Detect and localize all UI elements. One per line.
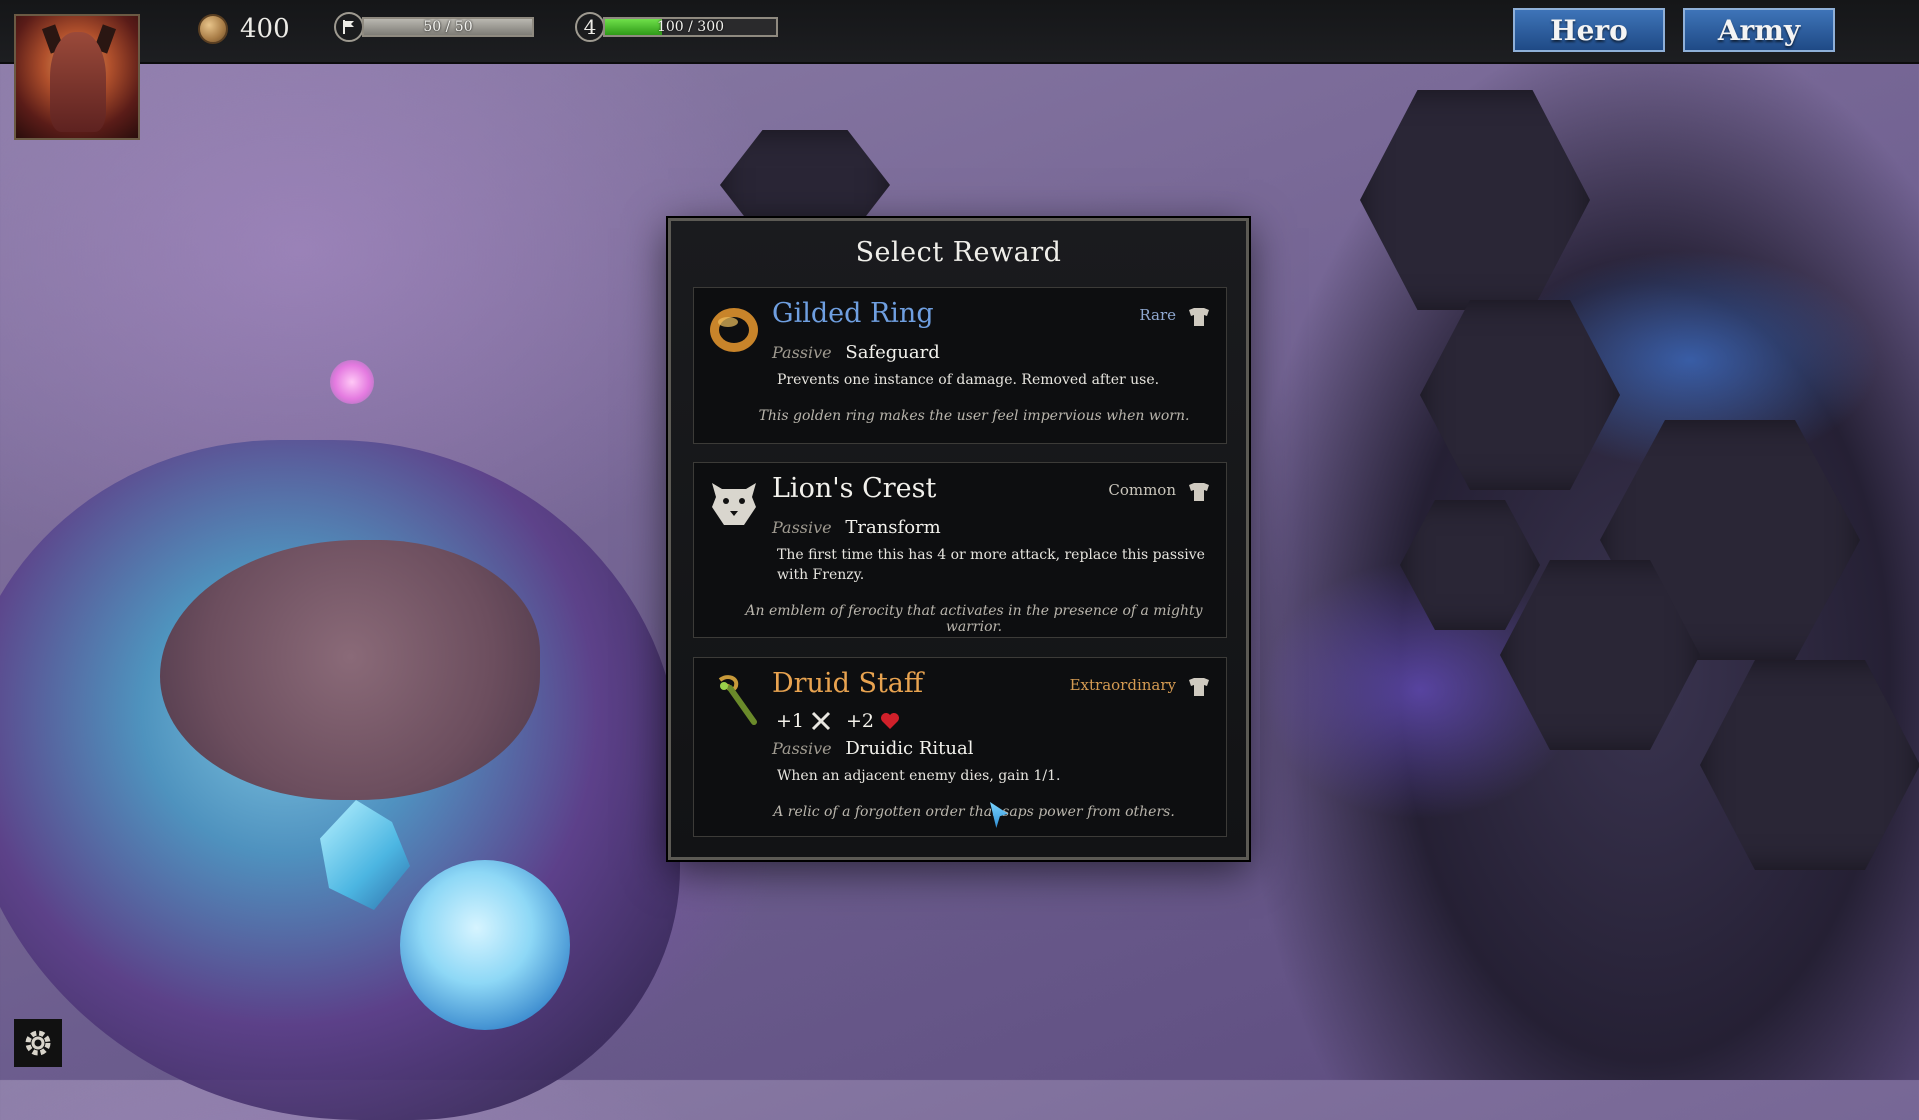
- staff-icon: [718, 675, 757, 725]
- ring-icon: [710, 308, 758, 352]
- armor-icon: [1189, 483, 1209, 501]
- flag-meter: 50 / 50: [334, 12, 534, 42]
- top-hud-bar: 400 50 / 50 4 100 / 300 Hero Army: [0, 0, 1919, 64]
- flag-bar: 50 / 50: [362, 17, 534, 37]
- flag-bar-label: 50 / 50: [423, 19, 473, 35]
- dialog-title: Select Reward: [855, 237, 1062, 268]
- select-reward-dialog: Select Reward Gilded Ring Rare Passive S…: [668, 218, 1249, 860]
- reward-description: Prevents one instance of damage. Removed…: [777, 372, 1160, 388]
- xp-bar-label: 100 / 300: [656, 19, 725, 35]
- crossed-swords-icon: [811, 711, 831, 731]
- passive-name: Druidic Ritual: [845, 738, 974, 759]
- passive-label: Passive: [772, 343, 832, 362]
- lion-crest-icon: [712, 483, 756, 525]
- stat-row: +1 +2: [776, 710, 900, 732]
- coin-icon: [198, 14, 228, 44]
- passive-row: Passive Transform: [772, 517, 941, 538]
- xp-meter: 4 100 / 300: [575, 12, 778, 42]
- hero-portrait[interactable]: [14, 14, 140, 140]
- reward-name: Gilded Ring: [772, 298, 934, 329]
- reward-rarity: Extraordinary: [1069, 676, 1176, 694]
- reward-name: Lion's Crest: [772, 473, 937, 504]
- reward-card[interactable]: Druid Staff Extraordinary +1 +2 Passive …: [693, 657, 1227, 837]
- level-badge: 4: [575, 12, 605, 42]
- settings-button[interactable]: [14, 1019, 62, 1067]
- gold-amount: 400: [240, 14, 290, 44]
- gold-counter: 400: [198, 14, 290, 44]
- attack-value: +1: [776, 710, 805, 732]
- heart-icon: [881, 713, 900, 729]
- passive-label: Passive: [772, 739, 832, 758]
- reward-card[interactable]: Lion's Crest Common Passive Transform Th…: [693, 462, 1227, 638]
- blue-pool: [400, 860, 570, 1030]
- reward-name: Druid Staff: [772, 668, 924, 699]
- reward-description: When an adjacent enemy dies, gain 1/1.: [777, 768, 1061, 784]
- flag-icon: [334, 12, 364, 42]
- hero-button[interactable]: Hero: [1513, 8, 1665, 52]
- pink-orb: [330, 360, 374, 404]
- reward-description: The first time this has 4 or more attack…: [777, 547, 1205, 583]
- xp-bar: 100 / 300: [603, 17, 778, 37]
- passive-label: Passive: [772, 518, 832, 537]
- demon-figure: [50, 32, 106, 132]
- reward-flavor: An emblem of ferocity that activates in …: [745, 603, 1203, 635]
- army-button[interactable]: Army: [1683, 8, 1835, 52]
- reward-flavor: This golden ring makes the user feel imp…: [758, 408, 1190, 424]
- reward-rarity: Common: [1108, 481, 1176, 499]
- armor-icon: [1189, 678, 1209, 696]
- reward-rarity: Rare: [1139, 306, 1176, 324]
- passive-row: Passive Safeguard: [772, 342, 940, 363]
- health-value: +2: [846, 710, 875, 732]
- reward-flavor: A relic of a forgotten order that saps p…: [773, 804, 1175, 820]
- passive-name: Transform: [845, 517, 941, 538]
- armor-icon: [1189, 308, 1209, 326]
- reward-card[interactable]: Gilded Ring Rare Passive Safeguard Preve…: [693, 287, 1227, 444]
- passive-name: Safeguard: [845, 342, 940, 363]
- gear-icon: [25, 1030, 51, 1056]
- passive-row: Passive Druidic Ritual: [772, 738, 973, 759]
